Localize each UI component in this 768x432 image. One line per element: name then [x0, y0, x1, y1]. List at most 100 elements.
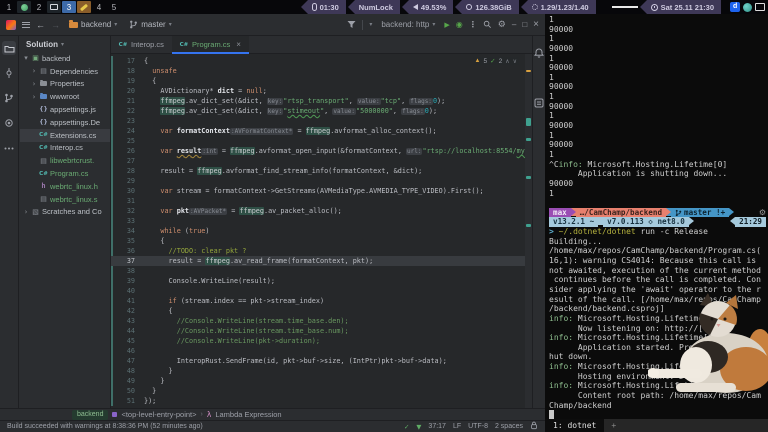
- code-line-39[interactable]: 39 Console.WriteLine(result);: [111, 276, 525, 286]
- code-line-34[interactable]: 34 while (true): [111, 226, 525, 236]
- workspace-monitor-icon[interactable]: [47, 1, 61, 13]
- tree-item-wwwroot[interactable]: › wwwroot: [20, 90, 110, 103]
- git-branch-icon[interactable]: [2, 91, 16, 105]
- structure-icon[interactable]: [2, 116, 16, 130]
- tree-item-appsettings-de[interactable]: appsettings.De: [20, 116, 110, 129]
- new-terminal-tab-button[interactable]: +: [604, 421, 623, 430]
- code-line-30[interactable]: 30 var stream = formatContext->GetStream…: [111, 186, 525, 196]
- code-line-47[interactable]: 47 InteropRust.SendFrame(id, pkt->buf->s…: [111, 356, 525, 366]
- workspace-3[interactable]: 3: [62, 1, 76, 13]
- code-line-51[interactable]: 51});: [111, 396, 525, 406]
- close-button[interactable]: ×: [533, 19, 539, 30]
- inspection-widget[interactable]: ▲ 5 ✓ 2 ∧ ∨: [472, 57, 519, 65]
- minimize-button[interactable]: –: [512, 20, 516, 29]
- code-line-41[interactable]: 41 if (stream.index == pkt->stream_index…: [111, 296, 525, 306]
- code-line-21[interactable]: 21 ffmpeg.av_dict_set(&dict, key:"rtsp_t…: [111, 96, 525, 106]
- git-branch-selector[interactable]: master ▾: [126, 18, 174, 31]
- commit-icon[interactable]: [2, 66, 16, 80]
- code-line-44[interactable]: 44 //Console.WriteLine(stream.time_base.…: [111, 326, 525, 336]
- code-line-18[interactable]: 18 unsafe: [111, 66, 525, 76]
- code-line-20[interactable]: 20 AVDictionary* dict = null;: [111, 86, 525, 96]
- next-issue-icon[interactable]: ∨: [513, 58, 517, 65]
- workspace-pencil-icon[interactable]: [77, 1, 91, 13]
- lock-icon[interactable]: [530, 421, 538, 432]
- notifications-bell-icon[interactable]: [534, 48, 544, 58]
- project-selector[interactable]: backend ▾: [66, 18, 120, 31]
- chevron-down-icon[interactable]: ▾: [369, 21, 372, 28]
- docker-icon[interactable]: [730, 2, 740, 12]
- code-line-36[interactable]: 36 //TODO: clear pkt ?: [111, 246, 525, 256]
- maximize-button[interactable]: □: [522, 20, 527, 29]
- workspace-1[interactable]: 1: [2, 1, 16, 13]
- terminal-window[interactable]: 1 90000 1 90000 1 90000 1 90000 1 90000 1 90000 1 900…: [545, 14, 768, 432]
- code-line-23[interactable]: 23: [111, 116, 525, 126]
- code-line-50[interactable]: 50 }: [111, 386, 525, 396]
- debug-button[interactable]: ◉: [456, 20, 463, 29]
- workspace-5[interactable]: 5: [107, 1, 121, 13]
- tree-item-extensions-cs[interactable]: Extensions.cs: [20, 128, 110, 142]
- code-line-49[interactable]: 49 }: [111, 376, 525, 386]
- code-line-32[interactable]: 32 var pkt:AVPacket* = ffmpeg.av_packet_…: [111, 206, 525, 216]
- code-line-45[interactable]: 45 //Console.WriteLine(pkt->duration);: [111, 336, 525, 346]
- workspace-2[interactable]: 2: [32, 1, 46, 13]
- close-tab-icon[interactable]: ×: [236, 40, 241, 49]
- run-configuration-selector[interactable]: backend: http ▾: [378, 18, 438, 31]
- code-line-33[interactable]: 33: [111, 216, 525, 226]
- code-line-26[interactable]: 26 var result:int = ffmpeg.avformat_open…: [111, 146, 525, 156]
- filter-icon[interactable]: [347, 20, 356, 29]
- indent-style[interactable]: 2 spaces: [495, 423, 523, 430]
- tree-item-webrtc-linux-s[interactable]: webrtc_linux.s: [20, 193, 110, 206]
- tree-item-libwebrtcrust-[interactable]: libwebrtcrust.: [20, 154, 110, 167]
- more-icon[interactable]: [2, 141, 16, 155]
- check-circle-icon[interactable]: ✓: [404, 423, 409, 431]
- globe-teal-icon[interactable]: [743, 2, 752, 12]
- back-icon[interactable]: ←: [36, 20, 45, 30]
- tree-item-webrtc-linux-h[interactable]: webrtc_linux.h: [20, 180, 110, 193]
- breadcrumb-entry-point[interactable]: <top-level-entry-point>: [121, 410, 196, 419]
- code-editor[interactable]: 17{18 unsafe 19 {20 AVDictionary* dict = …: [111, 54, 525, 408]
- tree-item-appsettings-js[interactable]: appsettings.js: [20, 103, 110, 116]
- prev-issue-icon[interactable]: ∧: [505, 58, 509, 65]
- breadcrumb-lambda[interactable]: Lambda Expression: [215, 410, 281, 419]
- tree-item-dependencies[interactable]: ›Dependencies: [20, 65, 110, 78]
- workspace-globe-icon[interactable]: [17, 1, 31, 13]
- tree-item-scratches-and-co[interactable]: ›Scratches and Co: [20, 206, 110, 219]
- code-line-25[interactable]: 25: [111, 136, 525, 146]
- more-actions-icon[interactable]: ⋮: [469, 20, 477, 29]
- tree-item-backend[interactable]: ▾backend: [20, 52, 110, 65]
- code-line-28[interactable]: 28 result = ffmpeg.avformat_find_stream_…: [111, 166, 525, 176]
- search-icon[interactable]: [483, 20, 492, 29]
- code-line-38[interactable]: 38: [111, 266, 525, 276]
- code-line-19[interactable]: 19 {: [111, 76, 525, 86]
- tree-item-interop-cs[interactable]: Interop.cs: [20, 142, 110, 155]
- line-separator[interactable]: LF: [453, 423, 461, 430]
- terminal-tab-dotnet[interactable]: 1: dotnet: [545, 419, 605, 432]
- code-line-43[interactable]: 43 //Console.WriteLine(stream.time_base.…: [111, 316, 525, 326]
- main-menu-icon[interactable]: [22, 21, 30, 28]
- caret-position[interactable]: 37:17: [428, 423, 446, 430]
- run-widget-backend[interactable]: backend: [72, 409, 109, 420]
- database-icon[interactable]: [534, 98, 544, 108]
- settings-gear-icon[interactable]: ⚙: [498, 20, 506, 30]
- scrollbar-stripe[interactable]: [525, 54, 532, 408]
- project-view-icon[interactable]: [2, 41, 16, 55]
- tree-item-properties[interactable]: › Properties: [20, 78, 110, 91]
- tree-item-program-cs[interactable]: Program.cs: [20, 167, 110, 180]
- code-line-40[interactable]: 40: [111, 286, 525, 296]
- workspace-4[interactable]: 4: [92, 1, 106, 13]
- tab-program.cs[interactable]: Program.cs ×: [171, 36, 249, 54]
- code-line-48[interactable]: 48 }: [111, 366, 525, 376]
- code-line-29[interactable]: 29: [111, 176, 525, 186]
- solution-panel-header[interactable]: Solution ▾: [20, 36, 110, 52]
- code-line-22[interactable]: 22 ffmpeg.av_dict_set(&dict, key:"stimeo…: [111, 106, 525, 116]
- code-line-46[interactable]: 46: [111, 346, 525, 356]
- forward-icon[interactable]: →: [51, 20, 60, 30]
- code-line-24[interactable]: 24 var formatContext:AVFormatContext* = …: [111, 126, 525, 136]
- tab-interop.cs[interactable]: Interop.cs: [111, 36, 172, 53]
- build-status-message[interactable]: Build succeeded with warnings at 8:38:36…: [7, 423, 203, 430]
- run-button[interactable]: ▶: [444, 21, 449, 29]
- code-line-35[interactable]: 35 {: [111, 236, 525, 246]
- code-line-17[interactable]: 17{: [111, 56, 525, 66]
- code-line-42[interactable]: 42 {: [111, 306, 525, 316]
- code-line-37[interactable]: 37 result = ffmpeg.av_read_frame(formatC…: [111, 256, 525, 266]
